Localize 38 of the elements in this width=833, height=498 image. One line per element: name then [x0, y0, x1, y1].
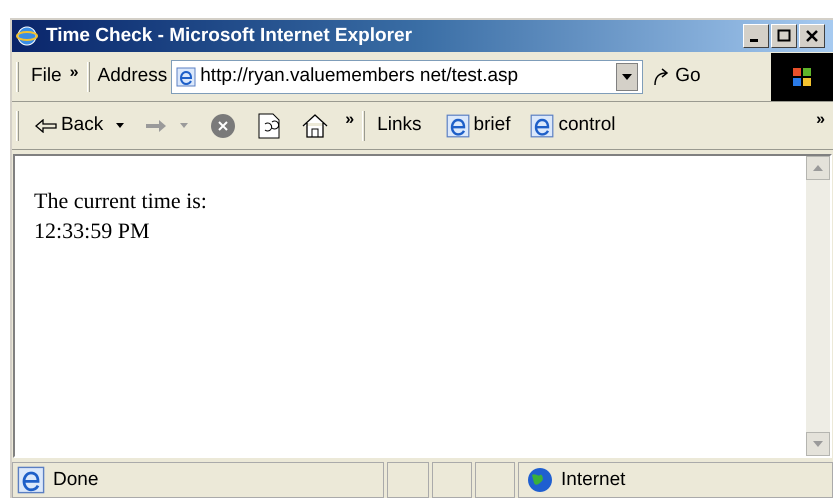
chevron[interactable]: » — [70, 60, 79, 84]
ie-page-icon — [17, 466, 45, 494]
refresh-icon[interactable] — [257, 112, 282, 140]
globe-icon — [527, 467, 553, 493]
ie-page-icon — [446, 114, 470, 138]
caret-icon[interactable] — [115, 122, 126, 128]
url-text: http://ryan.valuemembers net/test.asp — [200, 64, 520, 88]
windows-flag-icon — [791, 66, 813, 88]
ie-page-icon — [530, 114, 554, 138]
links-label: Links — [376, 113, 423, 138]
address-label: Address — [96, 64, 168, 88]
chevron[interactable]: » — [345, 108, 354, 132]
zone-text: Internet — [561, 468, 626, 492]
file-menu[interactable]: File — [23, 62, 70, 91]
stop-icon[interactable] — [209, 112, 238, 140]
minimize-button[interactable] — [743, 24, 769, 48]
link-button[interactable]: brief — [446, 111, 510, 140]
status-panel — [475, 462, 515, 498]
status-text: Done — [53, 468, 98, 492]
status-panel — [387, 462, 429, 498]
page-text: 12:33:59 PM — [34, 217, 151, 245]
link-button[interactable]: control — [530, 111, 616, 140]
chevron[interactable]: » — [816, 108, 825, 132]
close-button[interactable] — [799, 24, 825, 48]
maximize-icon — [777, 29, 791, 43]
close-icon — [805, 29, 819, 43]
go-button[interactable]: Go — [643, 62, 709, 91]
window-title: Time Check - Microsoft Internet Explorer — [46, 24, 414, 48]
address-field[interactable]: http://ryan.valuemembers net/test.asp — [171, 60, 644, 94]
ie-logo-icon — [16, 25, 38, 47]
page-text: The current time is: — [34, 187, 208, 215]
back-arrow-icon — [35, 118, 57, 132]
maximize-button[interactable] — [771, 24, 797, 48]
ie-page-icon — [176, 66, 196, 86]
home-icon[interactable] — [301, 112, 330, 138]
back-button[interactable]: Back — [27, 111, 112, 140]
status-panel — [432, 462, 472, 498]
minimize-icon — [750, 38, 758, 42]
